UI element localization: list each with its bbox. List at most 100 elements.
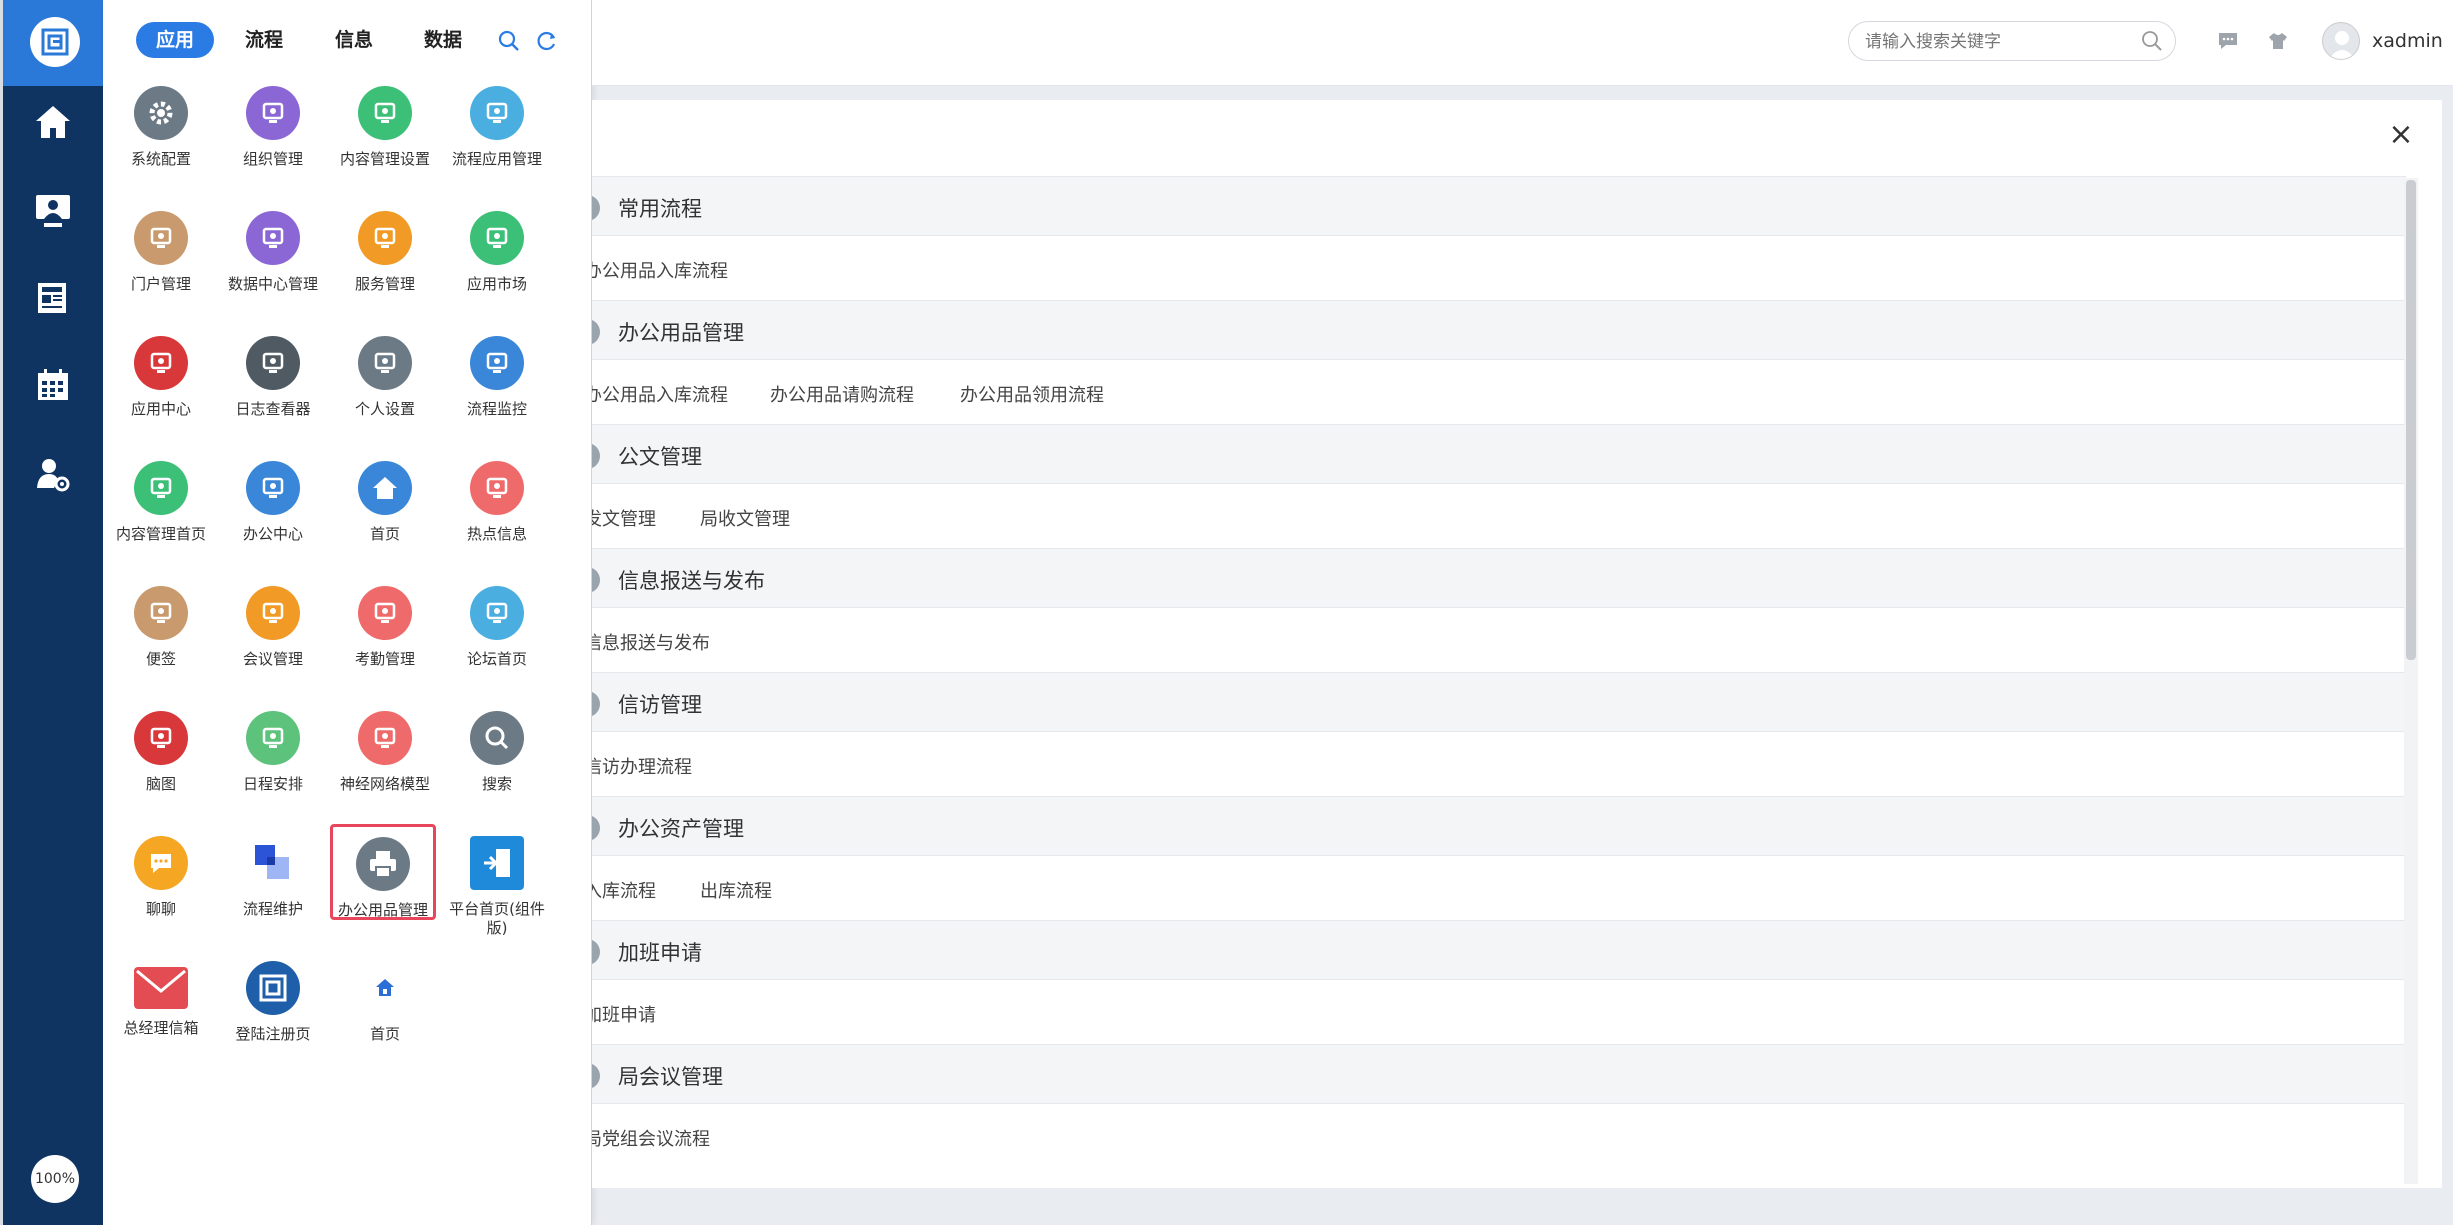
mindmap-icon [134, 711, 188, 765]
rail-news[interactable] [3, 268, 103, 328]
app-logo[interactable] [3, 0, 113, 86]
tab-info[interactable]: 信息 [335, 22, 373, 58]
theme-button[interactable] [2265, 28, 2291, 54]
app-tile[interactable]: 服务管理 [329, 211, 441, 294]
section-links-row: 办公用品入库流程 办公用品请购流程 办公用品领用流程 [592, 360, 2406, 424]
flow-link[interactable]: 信访办理流程 [592, 753, 692, 779]
refresh-icon [537, 31, 556, 51]
home-icon [358, 461, 412, 515]
monitor-user-icon [36, 195, 70, 227]
app-tile[interactable]: 日程安排 [217, 711, 329, 794]
flow-link[interactable]: 局党组会议流程 [592, 1125, 710, 1151]
app-tile[interactable]: 流程维护 [217, 836, 329, 919]
flow-link[interactable]: 加班申请 [592, 1001, 656, 1027]
app-tile[interactable]: 首页 [329, 461, 441, 544]
flow-link[interactable]: 信息报送与发布 [592, 629, 710, 655]
app-tile[interactable]: 内容管理首页 [105, 461, 217, 544]
app-tile[interactable]: 考勤管理 [329, 586, 441, 669]
tab-data[interactable]: 数据 [424, 22, 462, 58]
section-header[interactable]: 办公用品管理 [592, 300, 2406, 360]
section-title: 信访管理 [618, 693, 702, 717]
app-tile-label: 数据中心管理 [227, 275, 318, 293]
flow-link[interactable]: 发文管理 [592, 505, 656, 531]
flow-link[interactable]: 办公用品入库流程 [592, 257, 728, 283]
app-tile[interactable]: 流程应用管理 [441, 86, 553, 169]
app-tile[interactable]: 会议管理 [217, 586, 329, 669]
section-header[interactable]: 公文管理 [592, 424, 2406, 484]
app-tile[interactable]: 应用市场 [441, 211, 553, 294]
section-header[interactable]: 常用流程 [592, 176, 2406, 236]
rail-user-settings[interactable] [3, 445, 103, 505]
content-home-icon [134, 461, 188, 515]
tab-flow[interactable]: 流程 [245, 22, 283, 58]
app-tile[interactable]: 热点信息 [441, 461, 553, 544]
message-button[interactable] [2215, 28, 2241, 54]
rail-home[interactable] [3, 92, 103, 152]
app-tile-label: 平台首页(组件版) [449, 900, 545, 937]
tab-app[interactable]: 应用 [136, 22, 215, 58]
app-tile[interactable]: 系统配置 [105, 86, 217, 169]
rail-office[interactable] [3, 181, 103, 241]
username[interactable]: xadmin [2372, 30, 2443, 52]
app-tile[interactable]: 应用中心 [105, 336, 217, 419]
portal-icon [134, 211, 188, 265]
app-tile-label: 组织管理 [242, 150, 303, 168]
section-icon [592, 815, 600, 841]
app-tile[interactable]: 个人设置 [329, 336, 441, 419]
app-tile[interactable]: 搜索 [441, 711, 553, 794]
app-tile[interactable]: 论坛首页 [441, 586, 553, 669]
app-tile-label: 流程应用管理 [451, 150, 542, 168]
app-tile-label: 搜索 [481, 775, 512, 793]
section-title: 局会议管理 [618, 1065, 723, 1089]
zoom-level-badge[interactable]: 100% [31, 1155, 79, 1203]
app-tile[interactable]: 数据中心管理 [217, 211, 329, 294]
office-icon [246, 461, 300, 515]
monitor-icon [358, 86, 412, 140]
section-header[interactable]: 局会议管理 [592, 1044, 2406, 1104]
launcher-refresh-button[interactable] [534, 28, 560, 54]
app-tile[interactable]: 办公中心 [217, 461, 329, 544]
app-tile[interactable]: 平台首页(组件版) [441, 836, 553, 938]
section-header[interactable]: 信访管理 [592, 672, 2406, 732]
section-header[interactable]: 信息报送与发布 [592, 548, 2406, 608]
app-tile[interactable]: 日志查看器 [217, 336, 329, 419]
section-links-row: 信访办理流程 [592, 732, 2406, 796]
flow-link[interactable]: 办公用品领用流程 [960, 381, 1104, 407]
flow-link[interactable]: 办公用品入库流程 [592, 381, 728, 407]
search-input[interactable] [1865, 30, 2135, 54]
chat-icon [134, 836, 188, 890]
section-header[interactable]: 办公资产管理 [592, 796, 2406, 856]
section-title: 加班申请 [618, 941, 702, 965]
app-tile-label: 论坛首页 [466, 650, 527, 668]
scrollbar[interactable] [2404, 178, 2418, 1184]
flow-link[interactable]: 局收文管理 [700, 505, 790, 531]
user-avatar-icon [2329, 31, 2355, 59]
flow-link[interactable]: 入库流程 [592, 877, 656, 903]
app-tile[interactable]: 登陆注册页 [217, 961, 329, 1044]
app-tile[interactable]: 组织管理 [217, 86, 329, 169]
section-header[interactable]: 加班申请 [592, 920, 2406, 980]
launcher-search-button[interactable] [496, 28, 522, 54]
global-search [1848, 21, 2176, 61]
section-icon [592, 691, 600, 717]
app-tile[interactable]: 流程监控 [441, 336, 553, 419]
avatar[interactable] [2322, 22, 2360, 60]
scrollbar-thumb[interactable] [2406, 180, 2416, 660]
section-icon [592, 939, 600, 965]
app-tile[interactable]: 神经网络模型 [329, 711, 441, 794]
rail-calendar[interactable] [3, 355, 103, 415]
app-tile[interactable]: 便签 [105, 586, 217, 669]
app-tile[interactable]: 总经理信箱 [105, 961, 217, 1038]
home-icon [36, 106, 70, 138]
app-tile[interactable]: 首页 [329, 961, 441, 1044]
app-tile[interactable]: 聊聊 [105, 836, 217, 919]
section-links-row: 办公用品入库流程 [592, 236, 2406, 300]
app-tile[interactable]: 办公用品管理 [330, 824, 436, 920]
flow-link[interactable]: 出库流程 [700, 877, 772, 903]
flow-link[interactable]: 办公用品请购流程 [770, 381, 914, 407]
close-button[interactable]: × [2386, 120, 2416, 150]
search-icon[interactable] [2141, 30, 2163, 52]
app-tile[interactable]: 门户管理 [105, 211, 217, 294]
app-tile[interactable]: 脑图 [105, 711, 217, 794]
app-tile[interactable]: 内容管理设置 [329, 86, 441, 169]
